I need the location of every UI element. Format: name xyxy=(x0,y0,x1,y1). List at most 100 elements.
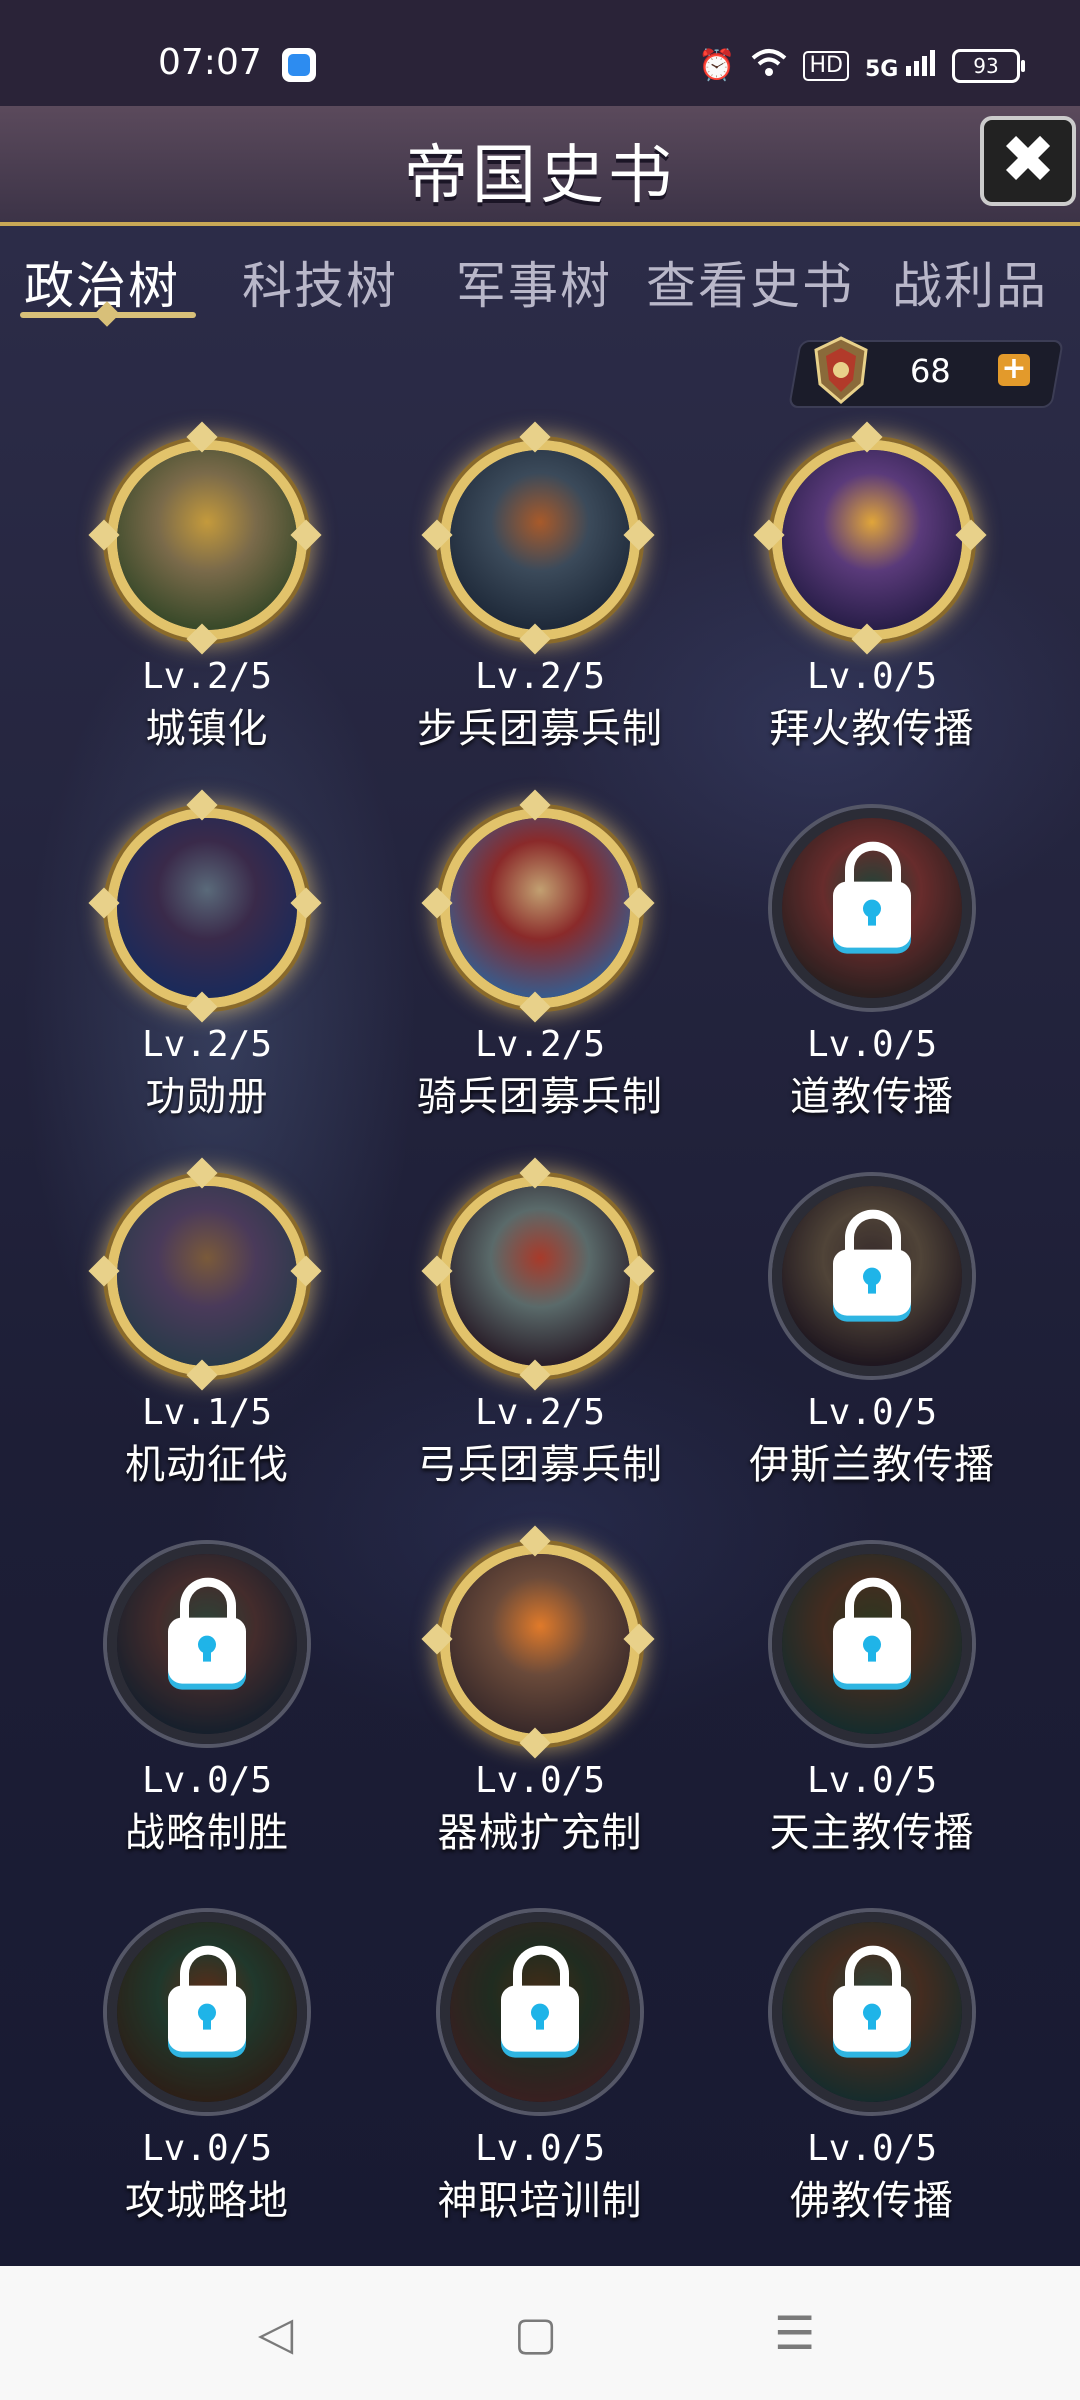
crest-icon xyxy=(814,336,868,404)
skill-artwork xyxy=(450,818,630,998)
alarm-icon: ⏰ xyxy=(698,48,736,83)
locked-skill-medal[interactable] xyxy=(772,808,972,1008)
lock-icon xyxy=(501,1945,579,2052)
skill-name: 步兵团募兵制 xyxy=(417,706,663,752)
skill-name: 机动征伐 xyxy=(125,1442,289,1488)
skill-level: Lv.0/5 xyxy=(806,1024,938,1065)
skill-name: 天主教传播 xyxy=(769,1810,975,1856)
skill-name: 弓兵团募兵制 xyxy=(417,1442,663,1488)
back-icon[interactable]: ◁ xyxy=(258,2306,293,2360)
skill-medal[interactable] xyxy=(421,421,655,655)
locked-skill-medal[interactable] xyxy=(440,1912,640,2112)
skill-medal[interactable] xyxy=(88,1157,322,1391)
locked-skill-medal[interactable] xyxy=(772,1544,972,1744)
skill-node[interactable]: Lv.0/5 器械扩充制 xyxy=(390,1525,690,1856)
locked-skill-medal[interactable] xyxy=(107,1544,307,1744)
skill-artwork xyxy=(117,818,297,998)
skill-node[interactable]: Lv.2/5 城镇化 xyxy=(57,421,357,752)
recents-icon[interactable]: ☰ xyxy=(774,2306,815,2360)
skill-medal[interactable] xyxy=(88,789,322,1023)
keyhole-icon xyxy=(863,899,881,926)
skill-level: Lv.0/5 xyxy=(806,1392,938,1433)
home-icon[interactable]: ▢ xyxy=(514,2306,557,2360)
lock-icon xyxy=(833,1209,911,1316)
lock-icon xyxy=(833,1945,911,2052)
page-title: 帝国史书 xyxy=(404,139,676,213)
skill-medal[interactable] xyxy=(421,1525,655,1759)
skill-node[interactable]: Lv.2/5 功勋册 xyxy=(57,789,357,1120)
skill-medal[interactable] xyxy=(88,421,322,655)
skill-level: Lv.0/5 xyxy=(806,656,938,697)
skill-name: 城镇化 xyxy=(145,706,269,752)
medal-spike-left xyxy=(753,519,785,551)
skill-level: Lv.0/5 xyxy=(474,2128,606,2169)
skill-node[interactable]: Lv.0/5 天主教传播 xyxy=(722,1534,1022,1856)
locked-skill-medal[interactable] xyxy=(107,1912,307,2112)
skill-node[interactable]: Lv.2/5 步兵团募兵制 xyxy=(390,421,690,752)
skill-name: 道教传播 xyxy=(790,1074,954,1120)
skill-artwork xyxy=(117,450,297,630)
skill-name: 神职培训制 xyxy=(437,2178,643,2224)
skill-level: Lv.0/5 xyxy=(806,1760,938,1801)
system-nav-bar: ◁ ▢ ☰ xyxy=(0,2266,1080,2400)
tab-history-book[interactable]: 查看史书 xyxy=(646,246,854,318)
skill-node[interactable]: Lv.0/5 神职培训制 xyxy=(390,1902,690,2224)
medal-spike-left xyxy=(88,887,120,919)
skill-level: Lv.2/5 xyxy=(141,1024,273,1065)
close-icon: ✖ xyxy=(1000,121,1056,198)
skill-level: Lv.0/5 xyxy=(141,2128,273,2169)
skill-name: 骑兵团募兵制 xyxy=(417,1074,663,1120)
medal-spike-left xyxy=(88,1255,120,1287)
lock-icon xyxy=(168,1945,246,2052)
keyhole-icon xyxy=(198,1635,216,1662)
skill-artwork xyxy=(117,1186,297,1366)
skill-level: Lv.1/5 xyxy=(141,1392,273,1433)
add-points-button[interactable]: + xyxy=(998,354,1030,386)
locked-skill-medal[interactable] xyxy=(772,1176,972,1376)
skill-node[interactable]: Lv.0/5 战略制胜 xyxy=(57,1534,357,1856)
medal-spike-left xyxy=(421,1255,453,1287)
skill-node[interactable]: Lv.2/5 骑兵团募兵制 xyxy=(390,789,690,1120)
skill-artwork xyxy=(450,1554,630,1734)
tab-technology[interactable]: 科技树 xyxy=(242,246,398,318)
locked-skill-medal[interactable] xyxy=(772,1912,972,2112)
medal-spike-left xyxy=(421,1623,453,1655)
skill-node[interactable]: Lv.0/5 拜火教传播 xyxy=(722,421,1022,752)
skill-name: 攻城略地 xyxy=(125,2178,289,2224)
medal-spike-left xyxy=(421,887,453,919)
skill-level: Lv.0/5 xyxy=(806,2128,938,2169)
skill-artwork xyxy=(782,450,962,630)
skill-name: 功勋册 xyxy=(145,1074,269,1120)
skill-medal[interactable] xyxy=(753,421,987,655)
skill-node[interactable]: Lv.2/5 弓兵团募兵制 xyxy=(390,1157,690,1488)
skill-level: Lv.2/5 xyxy=(141,656,273,697)
lock-icon xyxy=(168,1577,246,1684)
wifi-icon xyxy=(751,48,787,84)
skill-name: 拜火教传播 xyxy=(769,706,975,752)
keyhole-icon xyxy=(863,1635,881,1662)
skill-level: Lv.2/5 xyxy=(474,656,606,697)
skill-medal[interactable] xyxy=(421,1157,655,1391)
header-bar: 帝国史书 ✖ xyxy=(0,106,1080,226)
tab-military[interactable]: 军事树 xyxy=(456,246,612,318)
keyhole-icon xyxy=(198,2003,216,2030)
status-time: 07:07 xyxy=(158,42,262,83)
medal-spike-left xyxy=(88,519,120,551)
tab-spoils[interactable]: 战利品 xyxy=(892,246,1048,318)
medal-spike-left xyxy=(421,519,453,551)
lock-icon xyxy=(833,1577,911,1684)
skill-level: Lv.2/5 xyxy=(474,1024,606,1065)
points-value: 68 xyxy=(910,352,951,390)
app-notification-icon xyxy=(282,48,316,82)
skill-medal[interactable] xyxy=(421,789,655,1023)
skill-node[interactable]: Lv.0/5 攻城略地 xyxy=(57,1902,357,2224)
skill-node[interactable]: Lv.1/5 机动征伐 xyxy=(57,1157,357,1488)
close-button[interactable]: ✖ xyxy=(980,116,1076,206)
keyhole-icon xyxy=(863,2003,881,2030)
skill-node[interactable]: Lv.0/5 佛教传播 xyxy=(722,1902,1022,2224)
skill-node[interactable]: Lv.0/5 道教传播 xyxy=(722,798,1022,1120)
skill-artwork xyxy=(450,1186,630,1366)
skill-name: 器械扩充制 xyxy=(437,1810,643,1856)
skill-node[interactable]: Lv.0/5 伊斯兰教传播 xyxy=(722,1166,1022,1488)
status-icons: ⏰ HD 5G 93 xyxy=(698,48,1025,84)
